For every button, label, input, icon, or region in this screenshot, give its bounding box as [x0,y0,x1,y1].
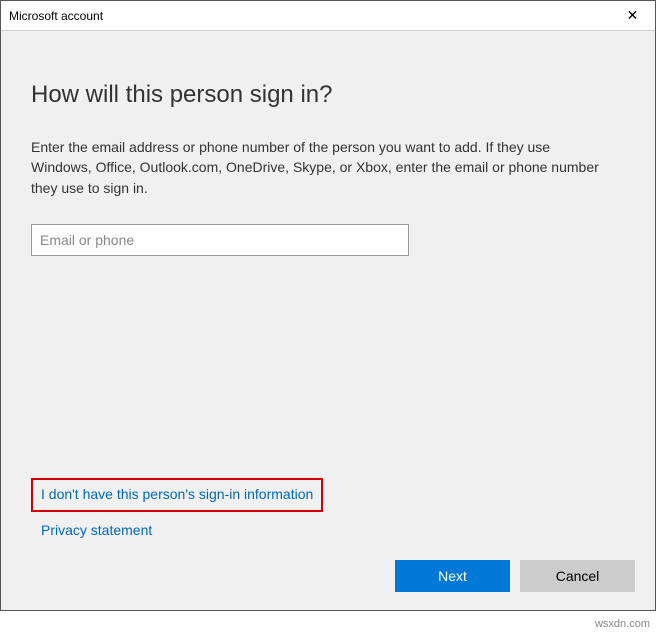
links-section: I don't have this person's sign-in infor… [31,478,323,540]
privacy-statement-link[interactable]: Privacy statement [41,522,152,538]
window-title: Microsoft account [9,9,103,23]
next-button[interactable]: Next [395,560,510,592]
titlebar: Microsoft account ✕ [1,1,655,31]
email-or-phone-input[interactable] [31,224,409,256]
close-icon: ✕ [627,7,639,24]
watermark-text: wsxdn.com [595,618,650,630]
dialog-content: How will this person sign in? Enter the … [1,31,655,610]
button-row: Next Cancel [395,560,635,592]
page-heading: How will this person sign in? [31,81,625,109]
no-signin-info-link[interactable]: I don't have this person's sign-in infor… [41,486,313,502]
cancel-button[interactable]: Cancel [520,560,635,592]
highlighted-link-box: I don't have this person's sign-in infor… [31,478,323,512]
close-button[interactable]: ✕ [610,1,655,31]
dialog-window: Microsoft account ✕ How will this person… [0,0,656,611]
description-text: Enter the email address or phone number … [31,137,601,198]
